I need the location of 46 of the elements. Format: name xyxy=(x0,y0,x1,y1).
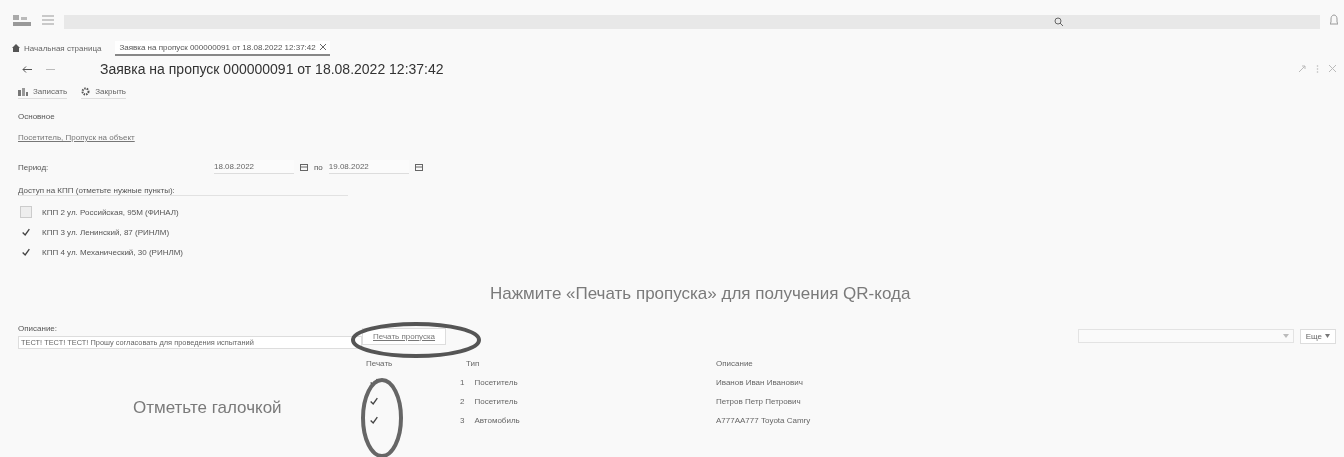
print-pass-button[interactable]: Печать пропуска xyxy=(362,327,447,345)
group-label: Доступ на КПП (отметьте нужные пункты): xyxy=(18,186,348,196)
row-number: 3 xyxy=(460,416,465,425)
field-label: по xyxy=(314,162,323,172)
tab[interactable]: Начальная страница xyxy=(8,41,106,55)
document-title: Заявка на пропуск 000000091 от 18.08.2022 12:37:42 xyxy=(100,61,445,77)
more-button[interactable]: Еще xyxy=(1299,328,1336,344)
toolbar-button[interactable]: Закрыть xyxy=(81,85,126,99)
annotation-text: Нажмите «Печать пропуска» для получения QR-кода xyxy=(490,284,911,304)
calendar-icon[interactable] xyxy=(414,163,423,171)
table-cell: Посетитель xyxy=(474,378,518,387)
caret-icon xyxy=(1325,334,1330,338)
table-cell-text: Петров Петр Петрович xyxy=(716,396,802,408)
table-cell: Автомобиль xyxy=(474,416,520,425)
table-cell: Посетитель xyxy=(474,397,518,406)
field-label: Описание: xyxy=(18,324,59,333)
link[interactable]: Посетитель, Пропуск на объект xyxy=(18,133,135,142)
close-icon[interactable] xyxy=(319,44,326,50)
logo-icon[interactable] xyxy=(12,13,32,27)
checkbox[interactable] xyxy=(368,414,380,426)
section-label[interactable]: Основное xyxy=(18,112,1336,121)
column-header: Описание xyxy=(716,358,754,370)
search-icon[interactable] xyxy=(1054,17,1064,27)
checkbox-label[interactable]: КПП 3 ул. Ленинский, 87 (РИНЛМ) xyxy=(42,227,170,237)
row-number: 2 xyxy=(460,397,465,406)
table-cell-text: А777АА777 Toyota Camry xyxy=(716,415,812,427)
chart-icon xyxy=(18,87,28,96)
checkbox-label[interactable]: КПП 2 ул. Российская, 95М (ФИНАЛ) xyxy=(42,207,179,217)
checkbox-label[interactable]: КПП 4 ул. Механический, 30 (РИНЛМ) xyxy=(42,247,183,257)
table-cell-text: Иванов Иван Иванович xyxy=(716,377,804,389)
home-icon xyxy=(12,44,20,52)
annotation-text: Отметьте галочкой xyxy=(133,398,282,418)
back-arrow-icon[interactable] xyxy=(22,65,32,73)
tab[interactable]: Заявка на пропуск 000000091 от 18.08.2022 12:37:42 xyxy=(115,40,330,56)
column-header: Тип xyxy=(466,354,716,373)
search-field[interactable] xyxy=(1077,329,1294,343)
gear-icon xyxy=(81,87,91,96)
checkbox[interactable] xyxy=(20,246,32,258)
checkbox[interactable] xyxy=(20,206,32,218)
column-header: Печать xyxy=(362,354,466,373)
row-number: 1 xyxy=(460,378,465,387)
checkbox[interactable] xyxy=(368,395,380,407)
toolbar-button[interactable]: Записать xyxy=(18,85,68,99)
field-label: Период: xyxy=(18,162,50,172)
calendar-icon[interactable] xyxy=(300,163,308,171)
checkbox[interactable] xyxy=(20,226,32,238)
